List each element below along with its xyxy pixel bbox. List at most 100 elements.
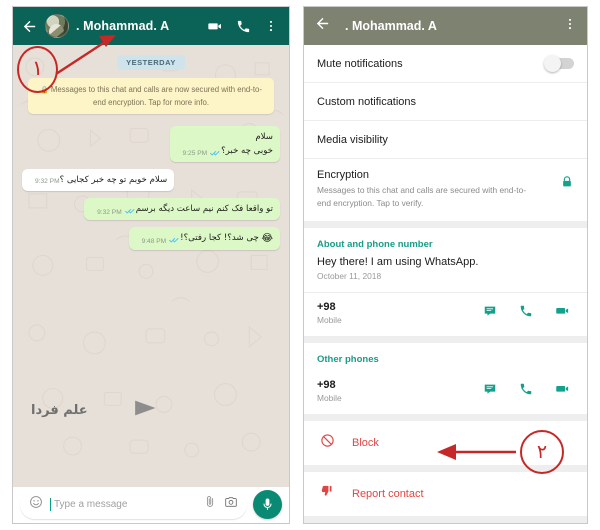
chat-contact-name: . Mohammad. A: [76, 19, 170, 33]
message-meta: 9:48 PM: [142, 236, 181, 246]
encryption-title: Encryption: [317, 169, 369, 181]
block-row[interactable]: Block: [304, 421, 587, 465]
phone-type: Mobile: [317, 315, 342, 326]
info-header: . Mohammad. A: [304, 7, 587, 45]
read-receipt-icon: [210, 149, 221, 159]
overflow-menu-icon[interactable]: [264, 19, 278, 33]
message-bubble-incoming[interactable]: سلام خوبم تو چه خبر کجایی ؟ 9:32 PM: [22, 168, 175, 192]
about-status-date: October 11, 2018: [317, 271, 382, 282]
message-row[interactable]: 😂 چی شد؟! کجا رفتی؟! 9:48 PM: [22, 227, 280, 250]
message-row[interactable]: سلام خوبم تو چه خبر کجایی ؟ 9:32 PM: [22, 168, 280, 192]
chat-header-actions: [207, 18, 281, 34]
about-status-text: Hey there! I am using WhatsApp.: [317, 256, 479, 269]
overflow-menu-icon[interactable]: [563, 17, 577, 36]
phone-call-icon[interactable]: [519, 304, 533, 323]
message-list[interactable]: YESTERDAY 🔒 Messages to this chat and ca…: [13, 45, 289, 487]
phone-row-primary[interactable]: +98 Mobile: [304, 293, 587, 336]
message-time: 9:32 PM: [97, 208, 122, 216]
video-call-icon[interactable]: [555, 381, 570, 401]
back-arrow-icon[interactable]: [314, 15, 331, 37]
about-card: About and phone number Hey there! I am u…: [304, 228, 587, 337]
section-separator: [304, 221, 587, 229]
right-arrow-icon: [92, 396, 158, 425]
paperclip-icon[interactable]: [203, 495, 217, 514]
message-meta: 9:32 PM: [35, 178, 60, 185]
encryption-notice[interactable]: 🔒 Messages to this chat and calls are no…: [28, 78, 274, 115]
message-time: 9:32 PM: [35, 177, 60, 185]
message-time: 9:25 PM: [182, 150, 208, 157]
phone-call-icon[interactable]: [236, 19, 251, 34]
lock-icon: 🔒: [40, 87, 49, 94]
message-text-line1: سلام: [255, 132, 273, 143]
phone-actions: [483, 303, 574, 323]
section-separator: [304, 336, 587, 344]
day-chip-label: YESTERDAY: [117, 55, 185, 70]
microphone-icon[interactable]: [253, 489, 282, 519]
message-icon[interactable]: [483, 382, 497, 401]
report-contact-label: Report contact: [352, 488, 424, 501]
text-caret: [50, 497, 52, 511]
mute-notifications-toggle[interactable]: [544, 54, 574, 72]
setting-row-mute-notifications[interactable]: Mute notifications: [304, 45, 587, 83]
info-contact-name: . Mohammad. A: [345, 19, 437, 33]
back-arrow-icon[interactable]: [21, 18, 38, 35]
setting-label: Custom notifications: [317, 95, 417, 108]
setting-label: Mute notifications: [317, 57, 403, 70]
encryption-description: Messages to this chat and calls are secu…: [317, 185, 527, 208]
other-phones-card: Other phones +98 Mobile: [304, 343, 587, 415]
contact-info-screen: . Mohammad. A Mute notifications Custom …: [303, 6, 588, 524]
read-receipt-icon: [169, 236, 180, 246]
phone-type: Mobile: [317, 393, 342, 404]
message-input[interactable]: Type a message: [50, 497, 196, 511]
setting-label: Media visibility: [317, 133, 388, 146]
lock-icon: [560, 169, 574, 194]
phone-row-other[interactable]: +98 Mobile: [304, 371, 587, 414]
about-status-row[interactable]: Hey there! I am using WhatsApp. October …: [304, 256, 587, 294]
message-bubble-outgoing[interactable]: 😂 چی شد؟! کجا رفتی؟! 9:48 PM: [128, 227, 280, 250]
message-text-line1: تو واقعا فک کنم نیم ساعت دیگه برسم: [135, 204, 273, 215]
chat-header: . Mohammad. A: [13, 7, 289, 45]
camera-icon[interactable]: [224, 495, 238, 514]
block-icon: [320, 433, 335, 453]
screenshot-root: . Mohammad. A YESTERDAY 🔒 Messages to th…: [0, 0, 600, 530]
emoji-icon[interactable]: [29, 495, 43, 514]
read-receipt-icon: [124, 207, 136, 217]
notifications-card: Mute notifications Custom notifications …: [304, 45, 587, 222]
block-card: Block: [304, 421, 587, 466]
setting-row-custom-notifications[interactable]: Custom notifications: [304, 83, 587, 121]
message-input-pill[interactable]: Type a message: [20, 489, 247, 519]
phone-number: +98: [317, 301, 336, 314]
message-bubble-outgoing[interactable]: سلام خوبی چه خبر؟ 9:25 PM: [169, 126, 280, 162]
watermark: علم فردا: [31, 396, 158, 425]
phone-texts: +98 Mobile: [317, 301, 342, 325]
report-card: Report contact: [304, 472, 587, 517]
section-separator: [304, 414, 587, 422]
encryption-row[interactable]: Encryption Messages to this chat and cal…: [304, 159, 587, 221]
message-text-line2: خوبی چه خبر؟: [221, 145, 273, 156]
emoji-laughing: 😂: [261, 233, 273, 245]
message-bubble-outgoing[interactable]: تو واقعا فک کنم نیم ساعت دیگه برسم 9:32 …: [84, 198, 280, 221]
message-row[interactable]: تو واقعا فک کنم نیم ساعت دیگه برسم 9:32 …: [22, 198, 280, 221]
video-call-icon[interactable]: [207, 18, 223, 34]
day-divider: YESTERDAY: [22, 55, 280, 70]
report-contact-row[interactable]: Report contact: [304, 472, 587, 516]
avatar[interactable]: [45, 14, 69, 38]
setting-row-media-visibility[interactable]: Media visibility: [304, 121, 587, 159]
section-separator: [304, 465, 587, 473]
thumbs-down-icon: [320, 484, 335, 504]
watermark-text: علم فردا: [31, 403, 88, 418]
message-text-line1: چی شد؟! کجا رفتی؟!: [180, 233, 259, 244]
info-body[interactable]: Mute notifications Custom notifications …: [304, 45, 587, 523]
encryption-texts: Encryption Messages to this chat and cal…: [317, 169, 527, 209]
phone-actions: [483, 381, 574, 401]
phone-texts: +98 Mobile: [317, 379, 342, 403]
message-icon[interactable]: [483, 304, 497, 323]
chat-screen: . Mohammad. A YESTERDAY 🔒 Messages to th…: [12, 6, 290, 524]
message-row[interactable]: سلام خوبی چه خبر؟ 9:25 PM: [22, 126, 280, 162]
video-call-icon[interactable]: [555, 303, 570, 323]
phone-call-icon[interactable]: [519, 382, 533, 401]
about-section-heading: About and phone number: [317, 239, 433, 251]
phone-number: +98: [317, 379, 336, 392]
encryption-notice-text: Messages to this chat and calls are now …: [50, 85, 262, 107]
block-label: Block: [352, 437, 379, 450]
